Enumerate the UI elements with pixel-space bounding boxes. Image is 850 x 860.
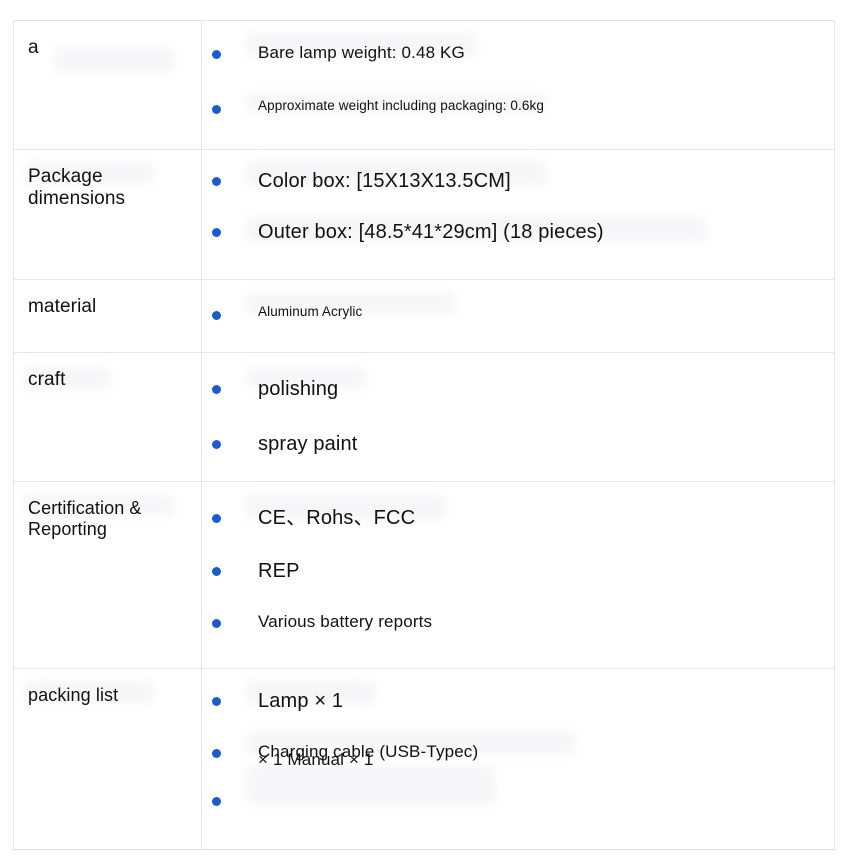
list-item: CE、Rohs、FCC: [212, 507, 824, 531]
row-label: Package dimensions: [28, 166, 189, 210]
list-item-text: Aluminum Acrylic: [258, 304, 362, 320]
row-label: Certification & Reporting: [28, 498, 189, 540]
row-value-cell: Bare lamp weight: 0.48 KG Approximate we…: [202, 21, 834, 149]
table-row: Package dimensions Color box: [15X13X13.…: [14, 150, 834, 280]
list-item-text: spray paint: [258, 433, 357, 457]
list-item-text: Lamp × 1: [258, 690, 343, 714]
list-item: Bare lamp weight: 0.48 KG: [212, 43, 824, 63]
row-label: a: [28, 37, 189, 59]
list-item: REP: [212, 560, 824, 584]
list-item-text: × 1 Manual × 1: [258, 750, 374, 770]
row-label-cell: Certification & Reporting: [14, 482, 202, 668]
row-value-cell: Color box: [15X13X13.5CM] Outer box: [48…: [202, 150, 834, 279]
row-value-cell: CE、Rohs、FCC REP Various battery reports: [202, 482, 834, 668]
bullet-icon: [212, 50, 221, 59]
list-item: × 1 Manual × 1: [212, 790, 824, 810]
row-label-cell: material: [14, 280, 202, 352]
row-value-cell: Lamp × 1 Charging cable (USB-Typec) × 1 …: [202, 669, 834, 850]
bullet-icon: [212, 105, 221, 114]
list-item: Approximate weight including packaging: …: [212, 98, 824, 114]
bullet-icon: [212, 177, 221, 186]
table-row: packing list Lamp × 1 Charging cable (US…: [14, 669, 834, 850]
table-row: a Bare lamp weight: 0.48 KG Approximate …: [14, 21, 834, 150]
bullet-icon: [212, 797, 221, 806]
row-label-cell: a: [14, 21, 202, 149]
table-row: craft polishing spray paint: [14, 353, 834, 482]
list-item: spray paint: [212, 433, 824, 457]
list-item-text: polishing: [258, 378, 338, 402]
row-value-cell: Aluminum Acrylic: [202, 280, 834, 352]
list-item: Aluminum Acrylic: [212, 304, 824, 320]
list-item-text: CE、Rohs、FCC: [258, 507, 415, 531]
product-specification-table: a Bare lamp weight: 0.48 KG Approximate …: [13, 20, 835, 850]
list-item-text: Bare lamp weight: 0.48 KG: [258, 43, 465, 63]
list-item: Lamp × 1: [212, 690, 824, 714]
list-item: polishing: [212, 378, 824, 402]
bullet-icon: [212, 697, 221, 706]
bullet-icon: [212, 311, 221, 320]
bullet-icon: [212, 385, 221, 394]
list-item-text: Various battery reports: [258, 612, 432, 632]
row-value-cell: polishing spray paint: [202, 353, 834, 481]
table-row: Certification & Reporting CE、Rohs、FCC RE…: [14, 482, 834, 669]
list-item-text: Color box: [15X13X13.5CM]: [258, 170, 511, 194]
row-label-cell: craft: [14, 353, 202, 481]
bullet-icon: [212, 749, 221, 758]
table-row: material Aluminum Acrylic: [14, 280, 834, 353]
row-label: craft: [28, 369, 189, 391]
bullet-icon: [212, 440, 221, 449]
bullet-icon: [212, 228, 221, 237]
list-item-text: REP: [258, 560, 300, 584]
row-label-cell: Package dimensions: [14, 150, 202, 279]
list-item: Color box: [15X13X13.5CM]: [212, 170, 824, 194]
list-item-text: Approximate weight including packaging: …: [258, 98, 544, 114]
bullet-icon: [212, 514, 221, 523]
row-label: packing list: [28, 685, 189, 706]
row-label-cell: packing list: [14, 669, 202, 850]
list-item-text: Outer box: [48.5*41*29cm] (18 pieces): [258, 221, 604, 245]
list-item: Outer box: [48.5*41*29cm] (18 pieces): [212, 221, 824, 245]
row-label: material: [28, 296, 189, 318]
bullet-icon: [212, 619, 221, 628]
list-item: Various battery reports: [212, 612, 824, 632]
bullet-icon: [212, 567, 221, 576]
